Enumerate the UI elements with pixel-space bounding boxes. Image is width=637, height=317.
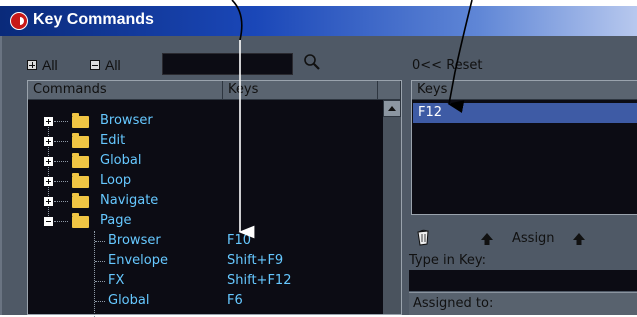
tree-folder-navigate[interactable]: Navigate xyxy=(28,191,368,211)
folder-icon xyxy=(72,153,89,168)
expand-toggle-icon[interactable] xyxy=(44,137,53,146)
commands-list[interactable]: Commands Keys Browser Edit Global Loop N… xyxy=(27,80,402,317)
tree-line xyxy=(54,161,68,162)
folder-icon xyxy=(72,113,89,128)
tree-line xyxy=(54,121,68,122)
tree-folder-browser[interactable]: Browser xyxy=(28,111,368,131)
folder-label: Global xyxy=(100,153,142,168)
folder-label: Browser xyxy=(100,113,153,128)
folder-label: Loop xyxy=(100,173,132,188)
command-row[interactable]: FX Shift+F12 xyxy=(28,271,368,291)
arrow-up-icon[interactable] xyxy=(572,232,586,246)
tree-folder-page[interactable]: Page xyxy=(28,211,368,231)
collapse-all-button[interactable]: All xyxy=(90,57,121,73)
keys-list[interactable]: Keys F12 xyxy=(411,80,637,215)
commands-column-header[interactable]: Commands xyxy=(28,81,223,100)
tree-line xyxy=(95,241,105,242)
search-input[interactable] xyxy=(162,53,293,75)
command-row[interactable]: Browser F10 xyxy=(28,231,368,251)
tree-folder-global[interactable]: Global xyxy=(28,151,368,171)
window-title: Key Commands xyxy=(33,11,154,28)
type-in-key-label: Type in Key: xyxy=(409,253,486,268)
command-key: F6 xyxy=(227,293,243,308)
expand-all-button[interactable]: All xyxy=(27,57,58,73)
key-row-selected[interactable]: F12 xyxy=(413,103,637,123)
command-label: FX xyxy=(108,273,125,288)
reset-button[interactable]: 0<< Reset xyxy=(412,58,483,73)
command-key: F10 xyxy=(227,233,252,248)
tree-folder-edit[interactable]: Edit xyxy=(28,131,368,151)
keys-list-header[interactable]: Keys xyxy=(412,81,637,100)
assign-button[interactable]: Assign xyxy=(512,231,555,246)
expand-toggle-icon[interactable] xyxy=(44,177,53,186)
tree-folder-loop[interactable]: Loop xyxy=(28,171,368,191)
title-bar: Key Commands xyxy=(0,6,637,36)
commands-scrollbar[interactable] xyxy=(383,100,401,314)
folder-icon xyxy=(72,173,89,188)
command-label: Envelope xyxy=(108,253,168,268)
assign-toolbar: Assign xyxy=(411,226,637,252)
command-key: Shift+F12 xyxy=(227,273,292,288)
collapse-toggle-icon[interactable] xyxy=(44,217,53,226)
command-key: Shift+F9 xyxy=(227,253,284,268)
folder-label: Edit xyxy=(100,133,126,148)
expand-toggle-icon[interactable] xyxy=(44,117,53,126)
tree-line xyxy=(95,261,105,262)
folder-open-icon xyxy=(72,213,89,228)
folder-label: Page xyxy=(100,213,132,228)
tree-line xyxy=(95,281,105,282)
command-label: Browser xyxy=(108,233,161,248)
arrow-up-icon[interactable] xyxy=(480,232,494,246)
scroll-up-arrow-icon[interactable] xyxy=(383,100,401,117)
command-label: Global xyxy=(108,293,150,308)
folder-icon xyxy=(72,133,89,148)
expand-toggle-icon[interactable] xyxy=(44,197,53,206)
expand-icon xyxy=(27,60,37,70)
expand-toggle-icon[interactable] xyxy=(44,157,53,166)
delete-trash-icon[interactable] xyxy=(415,228,431,246)
collapse-all-label: All xyxy=(105,57,121,73)
tree-line xyxy=(95,301,105,302)
keys-column-header[interactable]: Keys xyxy=(223,81,378,100)
search-icon[interactable] xyxy=(302,52,322,72)
command-row[interactable]: Envelope Shift+F9 xyxy=(28,251,368,271)
expand-all-label: All xyxy=(42,57,58,73)
app-logo-icon xyxy=(10,12,28,30)
tree-line xyxy=(54,221,68,222)
header-spacer xyxy=(378,81,401,100)
tree-line xyxy=(54,141,68,142)
tree-line xyxy=(54,201,68,202)
command-row[interactable]: Global F6 xyxy=(28,291,368,311)
folder-icon xyxy=(72,193,89,208)
assigned-to-label: Assigned to: xyxy=(413,296,494,311)
type-in-key-input[interactable] xyxy=(409,270,637,291)
assigned-to-box: Assigned to: xyxy=(409,292,637,315)
folder-label: Navigate xyxy=(100,193,159,208)
tree-line xyxy=(54,181,68,182)
collapse-icon xyxy=(90,60,100,70)
